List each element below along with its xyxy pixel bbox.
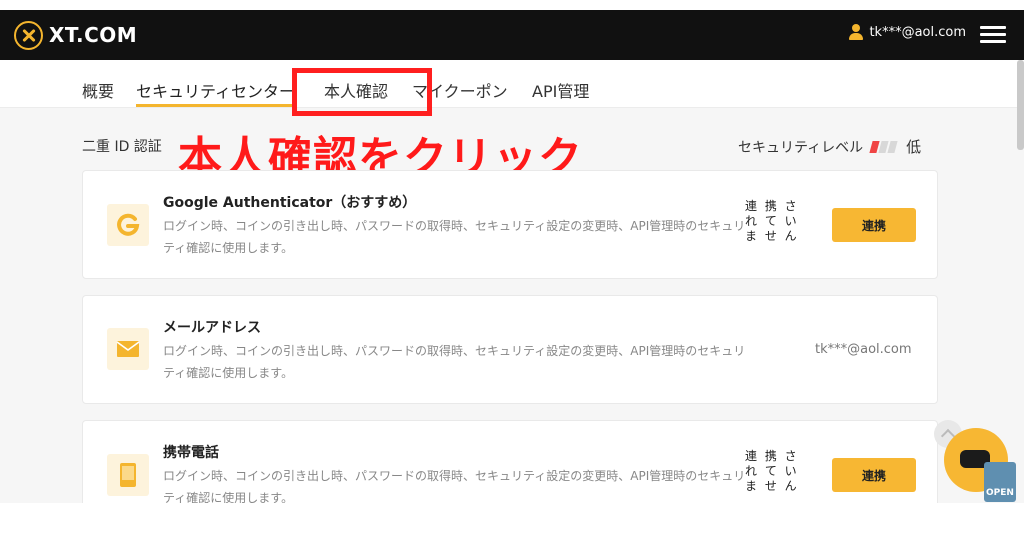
page-scrollbar[interactable] [1017,60,1024,150]
card-google-authenticator: Google Authenticator（おすすめ） ログイン時、コインの引き出… [82,170,938,279]
open-badge-label: OPEN [986,488,1014,498]
tab-bar: 概要 セキュリティセンター 本人確認 マイクーポン API管理 [0,60,1024,108]
card-title: メールアドレス [163,320,261,336]
xt-logo[interactable]: XT.COM [14,20,137,50]
security-level: セキュリティレベル 低 [738,136,921,157]
user-icon [849,24,864,40]
card-description: ログイン時、コインの引き出し時、パスワードの取得時、セキュリティ設定の変更時、A… [163,219,746,255]
card-description: ログイン時、コインの引き出し時、パスワードの取得時、セキュリティ設定の変更時、A… [163,344,746,380]
security-level-bars [869,140,898,153]
tab-api-management[interactable]: API管理 [532,78,589,102]
card-description: ログイン時、コインの引き出し時、パスワードの取得時、セキュリティ設定の変更時、A… [163,469,746,503]
active-tab-indicator [136,104,294,107]
mail-icon [107,328,149,370]
link-phone-button[interactable]: 連携 [832,458,916,492]
top-navigation-bar: XT.COM tk***@aol.com [0,10,1024,60]
tab-security-center[interactable]: セキュリティセンター [136,78,295,102]
card-phone: 携帯電話 ログイン時、コインの引き出し時、パスワードの取得時、セキュリティ設定の… [82,420,938,503]
section-title: 二重 ID 認証 [82,139,162,155]
xt-logo-icon [14,20,43,50]
card-email: メールアドレス ログイン時、コインの引き出し時、パスワードの取得時、セキュリティ… [82,295,938,404]
card-title: 携帯電話 [163,445,219,461]
user-email: tk***@aol.com [869,24,966,40]
card-status: 連 携 さ れ て い ま せ ん [745,449,799,493]
link-google-button[interactable]: 連携 [832,208,916,242]
phone-icon [107,454,149,496]
logo-text: XT.COM [49,23,138,47]
security-level-label: セキュリティレベル [738,139,864,156]
card-title: Google Authenticator（おすすめ） [163,195,417,211]
open-badge[interactable]: OPEN [984,462,1016,502]
hamburger-menu-icon[interactable] [980,26,1006,44]
annotation-highlight-box [292,68,432,116]
security-level-value: 低 [906,138,922,156]
user-account[interactable]: tk***@aol.com [849,24,966,40]
tab-overview[interactable]: 概要 [82,78,114,102]
card-status: 連 携 さ れ て い ま せ ん [745,199,799,243]
card-status: tk***@aol.com [815,342,912,357]
level-bar [887,140,898,153]
google-icon [107,204,149,246]
page-frame: XT.COM tk***@aol.com 概要 セキュリティセンター 本人確認 … [0,10,1024,503]
